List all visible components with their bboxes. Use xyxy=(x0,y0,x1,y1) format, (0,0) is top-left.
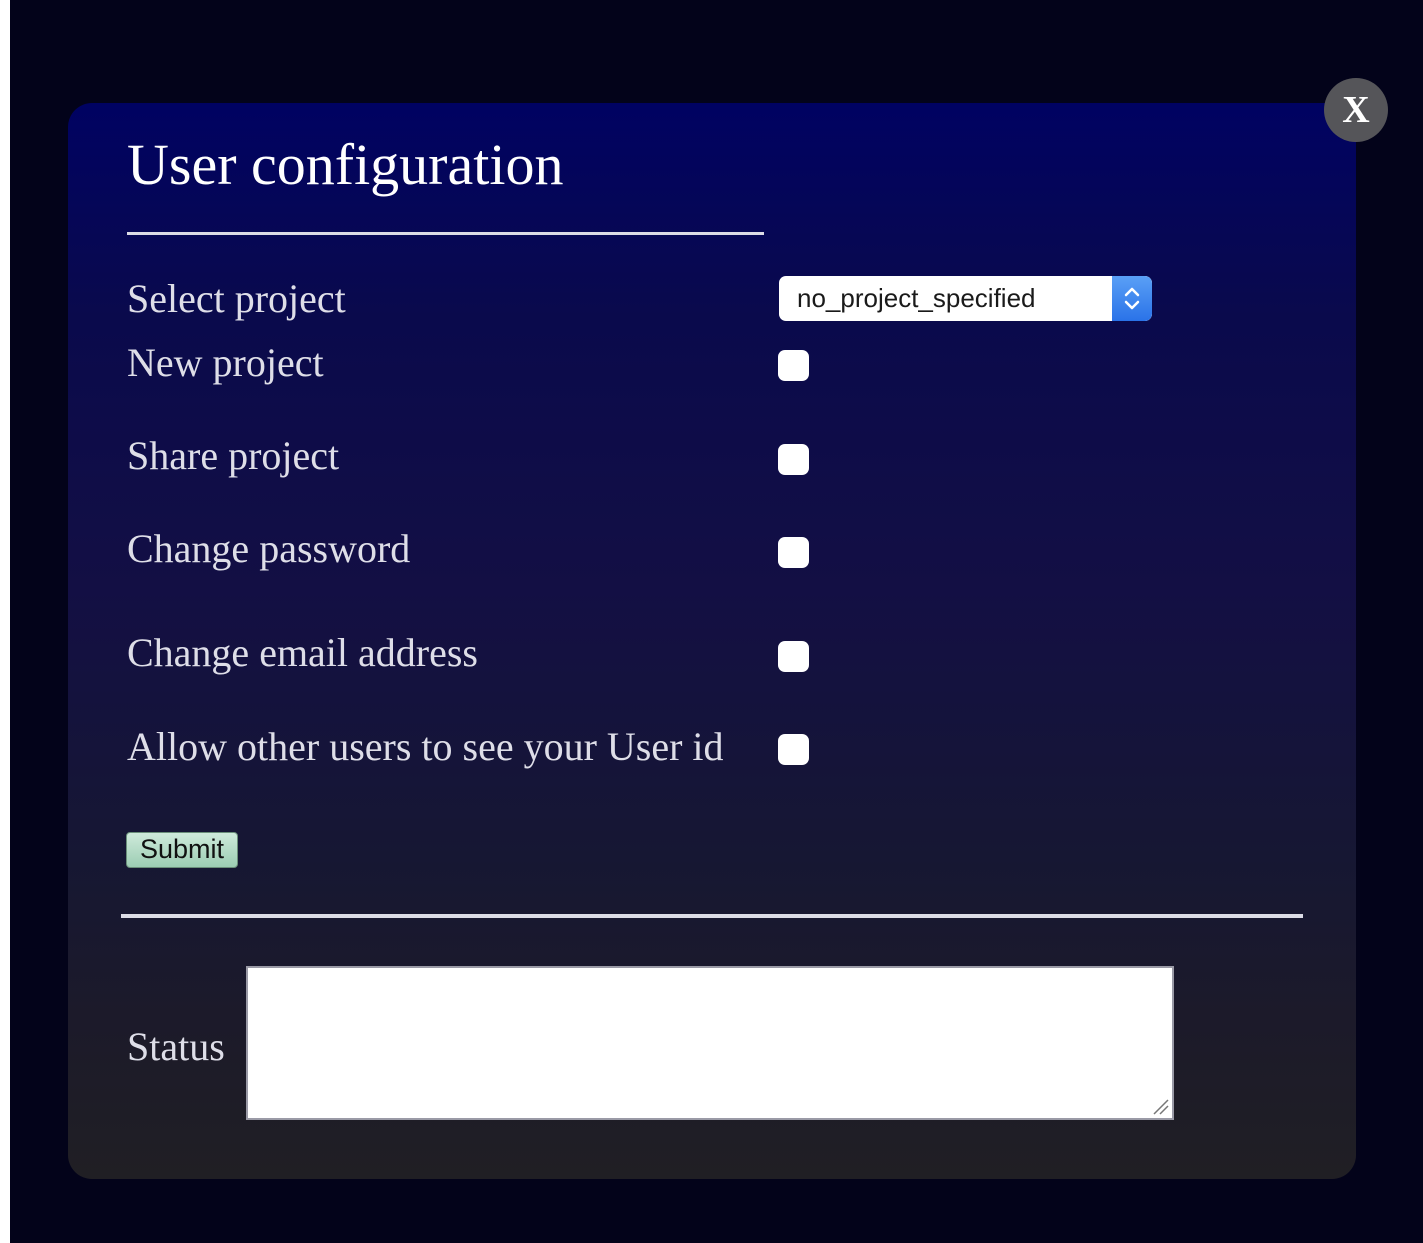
submit-button[interactable]: Submit xyxy=(126,832,238,868)
status-textarea[interactable] xyxy=(246,966,1174,1120)
share-project-checkbox[interactable] xyxy=(778,444,809,475)
close-button[interactable]: X xyxy=(1324,78,1388,142)
status-divider xyxy=(121,914,1303,918)
project-select[interactable]: no_project_specified xyxy=(779,276,1152,321)
new-project-label: New project xyxy=(127,340,324,385)
change-password-label: Change password xyxy=(127,526,411,571)
allow-user-id-checkbox[interactable] xyxy=(778,734,809,765)
share-project-label: Share project xyxy=(127,433,340,478)
dialog-title: User configuration xyxy=(127,132,564,197)
project-select-value: no_project_specified xyxy=(797,283,1036,313)
allow-user-id-label: Allow other users to see your User id xyxy=(127,724,724,769)
user-configuration-dialog: User configuration Select project no_pro… xyxy=(68,103,1356,1179)
select-project-label: Select project xyxy=(127,276,346,321)
resize-grip-icon[interactable] xyxy=(1150,1096,1170,1116)
change-email-label: Change email address xyxy=(127,630,478,675)
change-password-checkbox[interactable] xyxy=(778,537,809,568)
status-label: Status xyxy=(127,1024,225,1069)
select-chevron-icon xyxy=(1112,276,1152,321)
title-divider xyxy=(127,232,764,235)
new-project-checkbox[interactable] xyxy=(778,350,809,381)
change-email-checkbox[interactable] xyxy=(778,641,809,672)
